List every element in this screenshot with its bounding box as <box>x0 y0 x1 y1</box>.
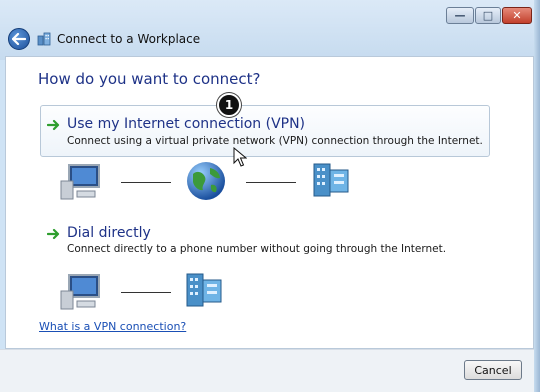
page-heading: How do you want to connect? <box>38 70 261 88</box>
option-dial-title[interactable]: Dial directly <box>67 225 151 241</box>
mouse-cursor-icon <box>233 147 247 167</box>
connection-line <box>246 182 296 183</box>
maximize-button[interactable]: □ <box>475 7 501 24</box>
cancel-button[interactable]: Cancel <box>464 360 522 380</box>
option-vpn-description: Connect using a virtual private network … <box>67 135 483 147</box>
server-icon <box>313 163 349 197</box>
server-icon <box>186 273 222 307</box>
connection-line <box>121 182 171 183</box>
computer-icon <box>60 274 100 310</box>
computer-icon <box>60 164 100 200</box>
green-arrow-icon <box>47 228 60 240</box>
window-border <box>534 0 540 392</box>
green-arrow-icon <box>47 119 60 131</box>
dialog-window: — □ ✕ Connect to a Workplace How do you … <box>0 0 540 392</box>
option-vpn-title[interactable]: Use my Internet connection (VPN) <box>67 116 305 132</box>
window-title: Connect to a Workplace <box>57 32 201 46</box>
back-arrow-icon <box>12 33 26 45</box>
option-dial-description: Connect directly to a phone number witho… <box>67 243 447 255</box>
connection-line <box>121 292 171 293</box>
footer-bar <box>0 349 540 392</box>
minimize-button[interactable]: — <box>446 7 474 24</box>
step-number-badge: 1 <box>217 93 241 117</box>
close-button[interactable]: ✕ <box>502 7 532 24</box>
globe-icon <box>187 162 225 200</box>
workplace-icon <box>37 32 51 46</box>
vpn-help-link[interactable]: What is a VPN connection? <box>39 320 186 333</box>
back-button[interactable] <box>8 28 30 50</box>
